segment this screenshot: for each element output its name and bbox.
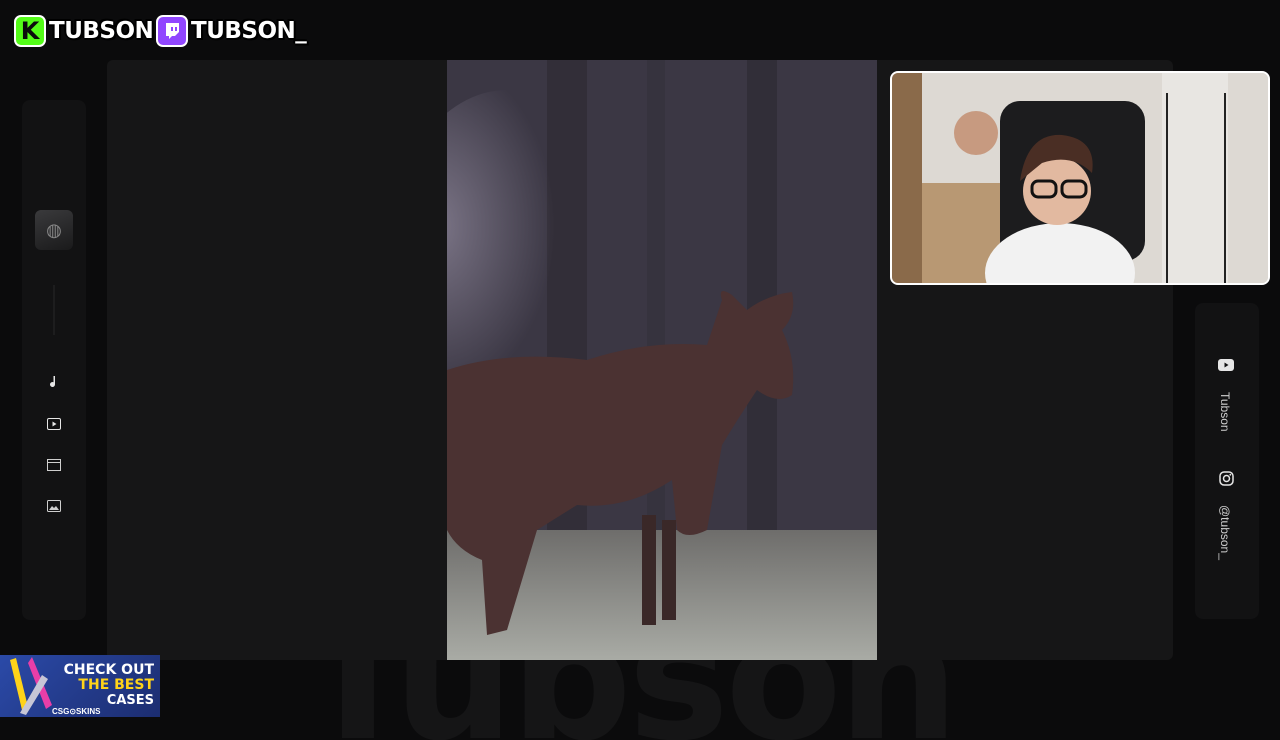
webcam-image bbox=[892, 73, 1268, 283]
promo-line-3: CASES bbox=[106, 693, 154, 708]
youtube-icon[interactable] bbox=[1218, 358, 1234, 376]
left-nav-rail bbox=[22, 100, 86, 620]
kick-handle: K TUBSON bbox=[14, 12, 154, 50]
clapperboard-icon[interactable] bbox=[44, 455, 64, 475]
twitch-logo-icon bbox=[156, 15, 188, 47]
kick-handle-label: TUBSON bbox=[49, 18, 154, 44]
twitch-handle: TUBSON_ bbox=[156, 12, 307, 50]
image-icon[interactable] bbox=[44, 496, 64, 516]
webcam-feed bbox=[890, 71, 1270, 285]
promo-line-2: THE BEST bbox=[78, 677, 154, 693]
rail-divider bbox=[53, 285, 55, 335]
play-video-icon[interactable] bbox=[44, 414, 64, 434]
promo-brand: CSG⊙SKINS bbox=[52, 707, 101, 716]
avatar-thumbnail[interactable]: ◍ bbox=[35, 210, 73, 250]
twitch-handle-label: TUBSON_ bbox=[191, 18, 307, 44]
youtube-label[interactable]: Tubson bbox=[1218, 392, 1232, 432]
kick-logo-icon: K bbox=[14, 15, 46, 47]
right-social-rail bbox=[1195, 303, 1259, 619]
music-note-icon[interactable] bbox=[44, 372, 64, 392]
promo-line-1: CHECK OUT bbox=[63, 662, 154, 678]
instagram-label[interactable]: @tubson_ bbox=[1218, 505, 1232, 560]
media-video[interactable] bbox=[447, 60, 877, 660]
moose-image bbox=[447, 60, 877, 660]
promo-banner[interactable]: CHECK OUT THE BEST CASES CSG⊙SKINS bbox=[0, 655, 160, 717]
instagram-icon[interactable] bbox=[1219, 471, 1234, 491]
